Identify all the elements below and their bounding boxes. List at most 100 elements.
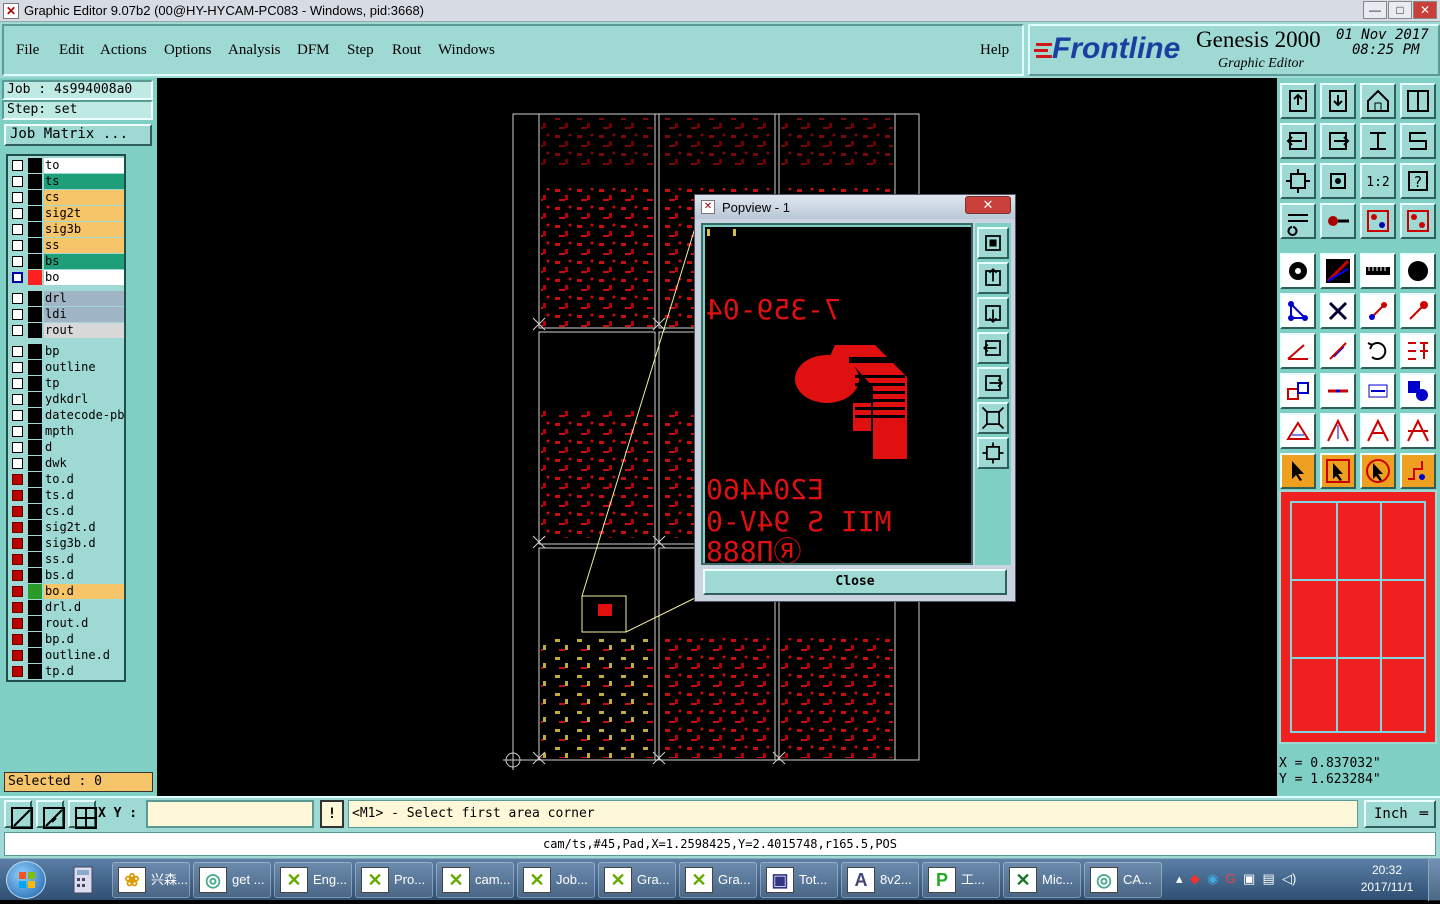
layer-color-swatch[interactable] <box>28 307 42 322</box>
layer-checkbox[interactable] <box>12 602 23 613</box>
layer-name[interactable]: drl <box>44 291 124 306</box>
layer-name[interactable]: outline <box>44 360 124 375</box>
layer-row[interactable]: outline.d <box>10 648 124 663</box>
layer-row[interactable]: tp.d <box>10 664 124 679</box>
layer-name[interactable]: cs.d <box>44 504 124 519</box>
popview-zoom-icon[interactable] <box>977 227 1009 259</box>
layer-color-swatch[interactable] <box>28 174 42 189</box>
layer-checkbox[interactable] <box>12 256 23 267</box>
tray-browser-icon[interactable]: ◉ <box>1207 871 1218 886</box>
layer-checkbox[interactable] <box>12 458 23 469</box>
layer-name[interactable]: ts <box>44 174 124 189</box>
pad-icon[interactable] <box>1400 253 1436 289</box>
minus-icon[interactable] <box>1320 373 1356 409</box>
layer-name[interactable]: tp.d <box>44 664 124 679</box>
alert-button[interactable]: ! <box>320 800 344 828</box>
layer-color-swatch[interactable] <box>28 568 42 583</box>
popview-right-icon[interactable] <box>977 367 1009 399</box>
layer-row[interactable]: ss.d <box>10 552 124 567</box>
layer-checkbox[interactable] <box>12 538 23 549</box>
popview-center-icon[interactable] <box>977 437 1009 469</box>
layer-row[interactable]: mpth <box>10 424 124 439</box>
layer-color-swatch[interactable] <box>28 504 42 519</box>
layer-color-swatch[interactable] <box>28 552 42 567</box>
layer-color-swatch[interactable] <box>28 408 42 423</box>
layer-color-swatch[interactable] <box>28 323 42 338</box>
tray-volume-icon[interactable]: ◁) <box>1282 871 1296 886</box>
popview-close-button[interactable]: Close <box>703 569 1007 595</box>
layer-name[interactable]: dwk <box>44 456 124 471</box>
layer-color-swatch[interactable] <box>28 632 42 647</box>
taskbar-item[interactable]: P 工... <box>922 862 1000 898</box>
layer-color-swatch[interactable] <box>28 648 42 663</box>
popview-fit-icon[interactable] <box>977 402 1009 434</box>
layer-color-swatch[interactable] <box>28 291 42 306</box>
menu-step[interactable]: Step <box>347 42 374 59</box>
layer-list-scrollbar[interactable] <box>128 154 154 682</box>
taskbar-item[interactable]: ✕ Gra... <box>679 862 757 898</box>
diagonal-icon[interactable] <box>1400 293 1436 329</box>
start-button[interactable] <box>6 861 46 899</box>
layer-row[interactable]: ss <box>10 238 124 253</box>
layer-color-swatch[interactable] <box>28 238 42 253</box>
layer-name[interactable]: bo.d <box>44 584 124 599</box>
layer-name[interactable]: sig2t <box>44 206 124 221</box>
pointer-icon[interactable] <box>1280 453 1316 489</box>
layer-name[interactable]: mpth <box>44 424 124 439</box>
taskbar-item[interactable]: ✕ Gra... <box>598 862 676 898</box>
export-icon[interactable] <box>1320 83 1356 119</box>
close-window-button[interactable]: ✕ <box>1413 1 1437 19</box>
layer-checkbox[interactable] <box>12 570 23 581</box>
layer-row[interactable]: outline <box>10 360 124 375</box>
layer-color-swatch[interactable] <box>28 190 42 205</box>
layer-row[interactable]: ydkdrl <box>10 392 124 407</box>
layer-name[interactable]: bp.d <box>44 632 124 647</box>
layer-row[interactable]: d <box>10 440 124 455</box>
key-icon[interactable] <box>1320 203 1356 239</box>
layer-name[interactable]: ts.d <box>44 488 124 503</box>
import-icon[interactable] <box>1280 83 1316 119</box>
node-icon[interactable] <box>1280 293 1316 329</box>
flip-icon[interactable] <box>1400 333 1436 369</box>
layer-row[interactable]: bs.d <box>10 568 124 583</box>
layer-checkbox[interactable] <box>12 442 23 453</box>
copy-icon[interactable] <box>1280 373 1316 409</box>
layer-name[interactable]: bs <box>44 254 124 269</box>
layer-checkbox[interactable] <box>12 634 23 645</box>
panel-overview-map[interactable] <box>1279 490 1437 744</box>
taskbar-item[interactable]: ◎ get ... <box>193 862 271 898</box>
menu-dfm[interactable]: DFM <box>297 42 330 59</box>
layer-color-swatch[interactable] <box>28 664 42 679</box>
tools-icon[interactable] <box>1280 203 1316 239</box>
layer-row[interactable]: ts <box>10 174 124 189</box>
angle-icon[interactable] <box>1280 333 1316 369</box>
maximize-button[interactable]: □ <box>1388 1 1412 19</box>
layer-checkbox[interactable] <box>12 426 23 437</box>
menu-options[interactable]: Options <box>164 42 212 59</box>
layer-color-swatch[interactable] <box>28 376 42 391</box>
ruler-icon[interactable] <box>1360 253 1396 289</box>
layer-color-swatch[interactable] <box>28 392 42 407</box>
layer-checkbox[interactable] <box>12 362 23 373</box>
layer-checkbox[interactable] <box>12 522 23 533</box>
layer-checkbox[interactable] <box>12 192 23 203</box>
layer-checkbox[interactable] <box>12 666 23 677</box>
layer-name[interactable]: sig3b <box>44 222 124 237</box>
layer-color-swatch[interactable] <box>28 206 42 221</box>
layer-row[interactable]: to.d <box>10 472 124 487</box>
tray-device-icon[interactable]: ▣ <box>1243 871 1255 886</box>
layer-row[interactable]: bo.d <box>10 584 124 599</box>
layer-row[interactable]: cs <box>10 190 124 205</box>
menu-actions[interactable]: Actions <box>100 42 147 59</box>
layer-row[interactable]: datecode-pbe <box>10 408 124 423</box>
cross-icon[interactable] <box>1320 293 1356 329</box>
layer-name[interactable]: to <box>44 158 124 173</box>
slash-icon[interactable] <box>1320 333 1356 369</box>
taskbar-item[interactable]: ✕ Pro... <box>355 862 433 898</box>
left-icon[interactable] <box>1280 123 1316 159</box>
layer-color-swatch[interactable] <box>28 254 42 269</box>
layer-name[interactable]: outline.d <box>44 648 124 663</box>
point-to-point-icon[interactable] <box>1360 293 1396 329</box>
triangle-2-icon[interactable] <box>1320 413 1356 449</box>
layer-row[interactable]: bp.d <box>10 632 124 647</box>
